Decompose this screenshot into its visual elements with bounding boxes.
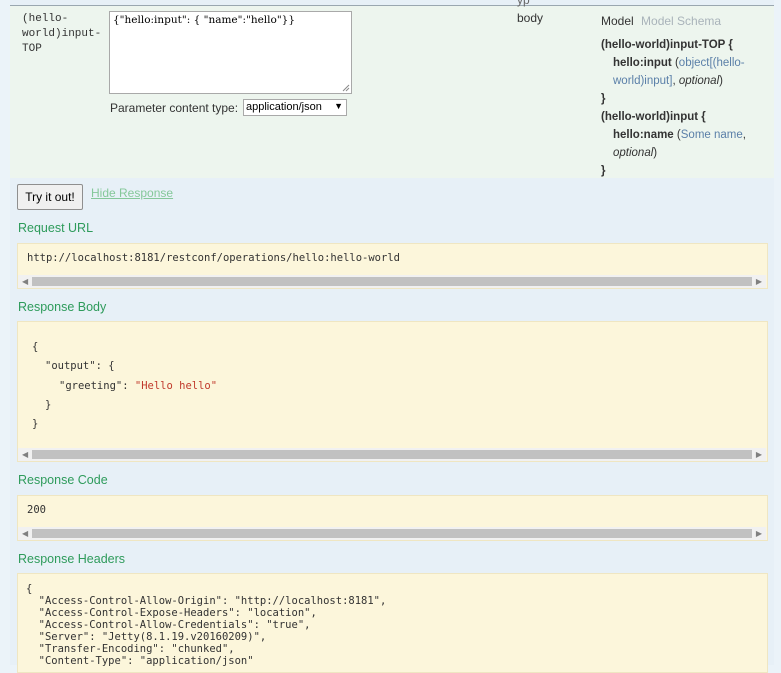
json-line: "greeting": "Hello hello" <box>32 377 217 396</box>
model-input-close: } <box>601 165 606 177</box>
json-string: "Hello hello" <box>134 379 218 392</box>
property-optional: optional <box>678 75 720 87</box>
scroll-left-icon[interactable]: ◀ <box>22 275 28 288</box>
json-line: } <box>45 398 52 411</box>
parameter-name: (hello- world)input- TOP <box>22 12 104 57</box>
json-punct: : <box>122 379 135 392</box>
scroll-left-icon[interactable]: ◀ <box>22 527 28 540</box>
json-line: } <box>32 418 39 431</box>
header-line: { <box>26 583 33 595</box>
table-divider <box>10 5 774 6</box>
response-body-block: { "output": { "greeting": "Hello hello" … <box>17 321 768 462</box>
parameter-name-line: (hello- <box>22 13 69 25</box>
model-input-property: hello:input (object[(hello-world)input],… <box>601 54 773 90</box>
header-line: "Content-Type": "application/json" <box>26 655 254 667</box>
model-signature: (hello-world)input-TOP { hello:input (ob… <box>601 36 773 180</box>
tab-model[interactable]: Model <box>601 14 634 28</box>
column-header-cutoff: yp <box>517 0 530 7</box>
response-body-scrollbar[interactable]: ◀ ▶ <box>18 448 766 461</box>
property-paren: ) <box>653 147 658 159</box>
json-key: "greeting" <box>59 379 123 392</box>
scrollbar-thumb[interactable] <box>32 277 752 286</box>
property-paren: ( <box>673 129 681 141</box>
scroll-left-icon[interactable]: ◀ <box>22 448 28 461</box>
header-line: "Access-Control-Expose-Headers": "locati… <box>26 607 317 619</box>
resize-grip-icon[interactable] <box>342 84 350 92</box>
response-body-title: Response Body <box>18 300 107 314</box>
response-body-json: { "output": { "greeting": "Hello hello" … <box>32 338 217 434</box>
header-line: "Server": "Jetty(8.1.19.v20160209)", <box>26 631 267 643</box>
property-key: hello:input <box>613 57 672 69</box>
model-name-property: hello:name (Some name, optional) <box>601 126 773 162</box>
model-tabs: Model Model Schema <box>601 14 721 28</box>
property-comma: , <box>742 129 746 141</box>
response-code-value: 200 <box>27 504 46 516</box>
scrollbar-thumb[interactable] <box>32 450 752 459</box>
model-top-open: (hello-world)input-TOP { <box>601 39 733 51</box>
response-headers-json: { "Access-Control-Allow-Origin": "http:/… <box>26 583 386 667</box>
header-line: "Transfer-Encoding": "chunked", <box>26 643 235 655</box>
request-url-title: Request URL <box>18 221 94 235</box>
tab-model-schema[interactable]: Model Schema <box>641 14 721 28</box>
response-headers-block: { "Access-Control-Allow-Origin": "http:/… <box>17 573 768 673</box>
parameter-value-textarea[interactable]: {"hello:input": { "name":"hello"}} <box>109 11 352 94</box>
request-url-scrollbar[interactable]: ◀ ▶ <box>18 275 766 288</box>
response-code-scrollbar[interactable]: ◀ ▶ <box>18 527 766 540</box>
parameter-value-text: {"hello:input": { "name":"hello"}} <box>113 14 296 26</box>
header-line: "Access-Control-Allow-Origin": "http://l… <box>26 595 387 607</box>
property-paren: ( <box>671 57 679 69</box>
property-type-link[interactable]: Some name <box>681 129 743 141</box>
parameter-type: body <box>517 11 544 25</box>
chevron-down-icon: ▼ <box>334 101 343 111</box>
scroll-right-icon[interactable]: ▶ <box>756 448 762 461</box>
response-headers-title: Response Headers <box>18 552 126 566</box>
parameter-name-line: world)input- <box>22 28 102 40</box>
hide-response-link[interactable]: Hide Response <box>91 186 173 200</box>
model-input-open: (hello-world)input { <box>601 111 706 123</box>
parameter-name-line: TOP <box>22 43 42 55</box>
header-line: "Access-Control-Allow-Credentials": "tru… <box>26 619 311 631</box>
request-url-value: http://localhost:8181/restconf/operation… <box>27 252 400 264</box>
scroll-right-icon[interactable]: ▶ <box>756 275 762 288</box>
model-top-close: } <box>601 93 606 105</box>
response-code-title: Response Code <box>18 473 108 487</box>
try-it-out-button[interactable]: Try it out! <box>17 184 83 210</box>
property-optional: optional <box>613 147 654 159</box>
content-type-value: application/json <box>246 101 322 113</box>
scrollbar-thumb[interactable] <box>32 529 752 538</box>
json-line: "output": { <box>32 357 217 376</box>
json-line: { <box>32 341 39 353</box>
content-type-select[interactable]: application/json ▼ <box>243 99 347 116</box>
property-paren: ) <box>719 75 723 87</box>
scroll-right-icon[interactable]: ▶ <box>756 527 762 540</box>
content-type-label: Parameter content type: <box>110 101 239 115</box>
json-punct: : { <box>95 360 115 373</box>
json-key: "output" <box>45 360 96 373</box>
property-key: hello:name <box>613 129 674 141</box>
